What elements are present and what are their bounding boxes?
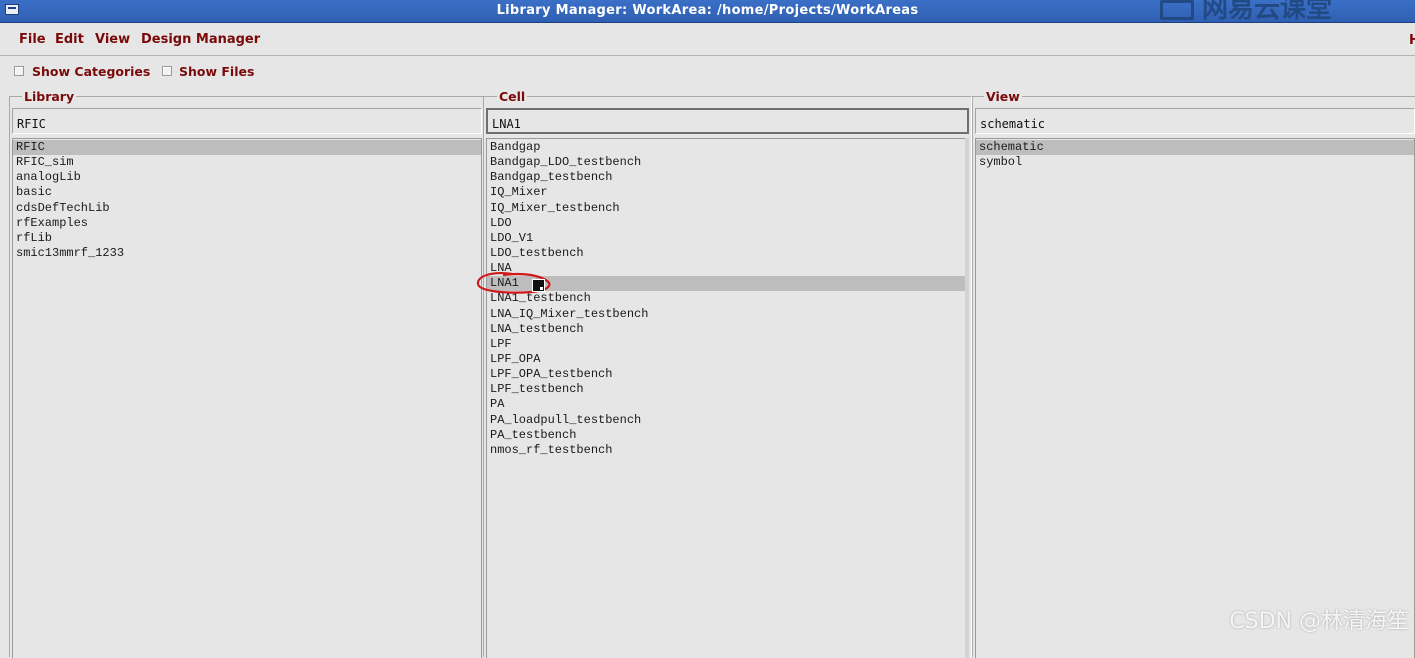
library-items: RFIC RFIC_sim analogLib basic cdsDefTechLib r… [13,139,481,261]
cell-input[interactable] [486,108,969,134]
cursor-icon [532,279,545,292]
title-bar: Library Manager: WorkArea: /home/Project… [0,0,1415,23]
cell-list-item[interactable]: nmos_rf_testbench [487,443,968,458]
library-list-item[interactable]: RFIC_sim [13,155,481,170]
cell-label: Cell [497,89,528,104]
options-row: Show Categories Show Files [0,56,1415,86]
cell-list-item[interactable]: LNA1_testbench [487,291,968,306]
view-list-item[interactable]: symbol [976,155,1414,170]
cell-list-item[interactable]: LDO_V1 [487,231,968,246]
cell-list-item[interactable]: LPF_OPA [487,352,968,367]
cell-list-item[interactable]: LDO [487,216,968,231]
show-files-label[interactable]: Show Files [179,64,254,79]
library-list-item[interactable]: cdsDefTechLib [13,201,481,216]
view-input[interactable] [975,108,1415,134]
cell-items: Bandgap Bandgap_LDO_testbench Bandgap_test… [487,139,968,458]
cell-list-item[interactable]: Bandgap_LDO_testbench [487,155,968,170]
cell-list[interactable]: Bandgap Bandgap_LDO_testbench Bandgap_test… [486,138,969,658]
cell-list-item[interactable]: LDO_testbench [487,246,968,261]
menu-file[interactable]: File [19,32,46,47]
menu-bar: File Edit View Design Manager [0,23,1415,56]
library-list-item[interactable]: RFIC [13,140,481,156]
view-list-item[interactable]: schematic [976,140,1414,156]
csdn-watermark: CSDN @林清海笙 [1229,609,1409,634]
cell-list-item[interactable]: PA_loadpull_testbench [487,413,968,428]
library-list-item[interactable]: basic [13,185,481,200]
cell-list-item[interactable]: LNA1 [487,276,968,292]
cell-scrollbar[interactable] [965,138,969,658]
library-list[interactable]: RFIC RFIC_sim analogLib basic cdsDefTechLib r… [12,138,482,658]
library-list-item[interactable]: rfExamples [13,216,481,231]
show-categories-label[interactable]: Show Categories [32,64,150,79]
view-label: View [984,89,1022,104]
cell-list-item[interactable]: PA [487,397,968,412]
menu-design-manager[interactable]: Design Manager [141,32,260,47]
library-input[interactable] [12,108,482,134]
logo-text: 网易云课堂 [1202,0,1333,22]
cell-list-item[interactable]: IQ_Mixer [487,185,968,200]
view-list[interactable]: schematic symbol [975,138,1415,658]
menu-view[interactable]: View [95,32,130,47]
cell-list-item[interactable]: LNA_IQ_Mixer_testbench [487,307,968,322]
logo-icon [1160,0,1194,20]
cell-list-item[interactable]: LPF [487,337,968,352]
cell-list-item[interactable]: Bandgap_testbench [487,170,968,185]
library-list-item[interactable]: rfLib [13,231,481,246]
cell-list-item[interactable]: PA_testbench [487,428,968,443]
cell-list-item[interactable]: LNA [487,261,968,276]
library-label: Library [22,89,77,104]
cell-list-item[interactable]: LPF_OPA_testbench [487,367,968,382]
view-items: schematic symbol [976,139,1414,170]
show-files-checkbox-icon[interactable] [162,66,172,76]
library-list-item[interactable]: analogLib [13,170,481,185]
library-list-item[interactable]: smic13mmrf_1233 [13,246,481,261]
cell-list-item[interactable]: LPF_testbench [487,382,968,397]
menu-edit[interactable]: Edit [55,32,84,47]
show-categories-checkbox-icon[interactable] [14,66,24,76]
cell-list-item[interactable]: LNA_testbench [487,322,968,337]
cell-list-item[interactable]: IQ_Mixer_testbench [487,201,968,216]
cell-list-item[interactable]: Bandgap [487,140,968,155]
logo-watermark: 网易云课堂 [1160,0,1415,22]
menu-help[interactable]: H [1409,33,1415,48]
